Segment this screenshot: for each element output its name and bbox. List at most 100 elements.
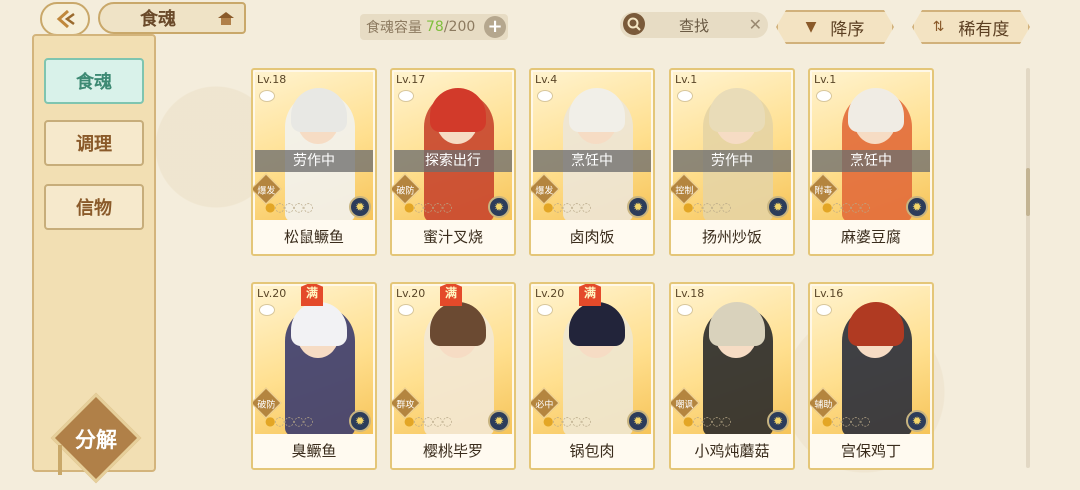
food-soul-card[interactable]: Lv.20 满 破防 ●◌◌◌◌ ✹ 臭鳜鱼 bbox=[251, 282, 377, 470]
card-name: 樱桃毕罗 bbox=[392, 434, 514, 468]
card-name: 臭鳜鱼 bbox=[253, 434, 375, 468]
character-hair bbox=[291, 88, 347, 132]
character-hair bbox=[430, 302, 486, 346]
page-title: 食魂 bbox=[140, 9, 176, 30]
character-hair bbox=[848, 302, 904, 346]
card-name: 松鼠鳜鱼 bbox=[253, 220, 375, 254]
chat-bubble-icon bbox=[677, 304, 693, 316]
element-icon: ✹ bbox=[906, 410, 928, 432]
star-rating: ●◌◌◌◌ bbox=[404, 200, 452, 214]
tab-food-souls[interactable]: 食魂 bbox=[44, 58, 144, 104]
food-soul-card[interactable]: Lv.4 烹饪中 爆发 ●◌◌◌◌ ✹ 卤肉饭 bbox=[529, 68, 655, 256]
card-name: 蜜汁叉烧 bbox=[392, 220, 514, 254]
tab-food-souls-label: 食魂 bbox=[76, 72, 112, 93]
decompose-label: 分解 bbox=[75, 428, 117, 452]
food-soul-card[interactable]: Lv.18 劳作中 爆发 ●◌◌◌◌ ✹ 松鼠鳜鱼 bbox=[251, 68, 377, 256]
role-label: 爆发 bbox=[257, 186, 276, 197]
clear-search-icon[interactable]: ✕ bbox=[749, 15, 762, 34]
character-hair bbox=[569, 302, 625, 346]
character-hair bbox=[569, 88, 625, 132]
element-icon: ✹ bbox=[906, 196, 928, 218]
chat-bubble-icon bbox=[537, 90, 553, 102]
sidebar: 食魂 调理 信物 分解 bbox=[32, 34, 156, 484]
expand-capacity-button[interactable]: + bbox=[484, 16, 506, 38]
role-label: 破防 bbox=[396, 186, 415, 197]
food-soul-card[interactable]: Lv.1 烹饪中 附毒 ●◌◌◌◌ ✹ 麻婆豆腐 bbox=[808, 68, 934, 256]
card-level: Lv.20 bbox=[396, 287, 426, 300]
food-soul-card[interactable]: Lv.20 满 群攻 ●◌◌◌◌ ✹ 樱桃毕罗 bbox=[390, 282, 516, 470]
star-rating: ●◌◌◌◌ bbox=[543, 414, 591, 428]
star-rating: ●◌◌◌◌ bbox=[404, 414, 452, 428]
capacity-total: /200 bbox=[443, 19, 476, 35]
character-hair bbox=[848, 88, 904, 132]
back-arrow-icon bbox=[56, 9, 75, 29]
card-status: 烹饪中 bbox=[533, 150, 651, 172]
chat-bubble-icon bbox=[537, 304, 553, 316]
chat-bubble-icon bbox=[259, 90, 275, 102]
chat-bubble-icon bbox=[398, 90, 414, 102]
chat-bubble-icon bbox=[398, 304, 414, 316]
element-icon: ✹ bbox=[627, 196, 649, 218]
card-level: Lv.18 bbox=[675, 287, 705, 300]
tassel-decoration bbox=[58, 445, 62, 475]
role-label: 嘲讽 bbox=[675, 400, 694, 411]
character-hair bbox=[291, 302, 347, 346]
role-label: 破防 bbox=[257, 400, 276, 411]
decompose-button[interactable]: 分解 bbox=[50, 392, 142, 484]
tab-tokens[interactable]: 信物 bbox=[44, 184, 144, 230]
food-soul-card[interactable]: Lv.20 满 必中 ●◌◌◌◌ ✹ 锅包肉 bbox=[529, 282, 655, 470]
chat-bubble-icon bbox=[677, 90, 693, 102]
search-input[interactable]: 查找 ✕ bbox=[620, 12, 768, 38]
max-level-badge: 满 bbox=[301, 284, 323, 306]
triangle-down-icon: ▼ bbox=[805, 19, 817, 35]
element-icon: ✹ bbox=[767, 410, 789, 432]
card-name: 小鸡炖蘑菇 bbox=[671, 434, 793, 468]
star-rating: ●◌◌◌◌ bbox=[683, 200, 731, 214]
food-soul-card[interactable]: Lv.17 探索出行 破防 ●◌◌◌◌ ✹ 蜜汁叉烧 bbox=[390, 68, 516, 256]
star-rating: ●◌◌◌◌ bbox=[265, 414, 313, 428]
sort-rarity-button[interactable]: ⇅ 稀有度 bbox=[912, 10, 1030, 44]
tab-cooking[interactable]: 调理 bbox=[44, 120, 144, 166]
role-label: 必中 bbox=[535, 400, 554, 411]
sort-order-button[interactable]: ▼ 降序 bbox=[776, 10, 894, 44]
card-status: 劳作中 bbox=[673, 150, 791, 172]
character-hair bbox=[709, 302, 765, 346]
card-level: Lv.17 bbox=[396, 73, 426, 86]
chat-bubble-icon bbox=[259, 304, 275, 316]
capacity-label: 食魂容量 bbox=[366, 20, 422, 36]
card-name: 宫保鸡丁 bbox=[810, 434, 932, 468]
scrollbar[interactable] bbox=[1026, 68, 1030, 468]
element-icon: ✹ bbox=[488, 196, 510, 218]
role-label: 群攻 bbox=[396, 400, 415, 411]
card-level: Lv.4 bbox=[535, 73, 558, 86]
element-icon: ✹ bbox=[767, 196, 789, 218]
search-icon bbox=[623, 13, 645, 35]
star-rating: ●◌◌◌◌ bbox=[683, 414, 731, 428]
capacity-current: 78 bbox=[426, 19, 444, 35]
card-status: 探索出行 bbox=[394, 150, 512, 172]
element-icon: ✹ bbox=[349, 410, 371, 432]
home-icon[interactable] bbox=[216, 10, 236, 26]
max-level-badge: 满 bbox=[440, 284, 462, 306]
sort-rarity-label: 稀有度 bbox=[958, 19, 1010, 40]
role-label: 爆发 bbox=[535, 186, 554, 197]
tab-tokens-label: 信物 bbox=[76, 198, 112, 219]
food-soul-card[interactable]: Lv.1 劳作中 控制 ●◌◌◌◌ ✹ 扬州炒饭 bbox=[669, 68, 795, 256]
role-label: 控制 bbox=[675, 186, 694, 197]
food-soul-card[interactable]: Lv.16 辅助 ●◌◌◌◌ ✹ 宫保鸡丁 bbox=[808, 282, 934, 470]
card-name: 卤肉饭 bbox=[531, 220, 653, 254]
food-soul-card[interactable]: Lv.18 嘲讽 ●◌◌◌◌ ✹ 小鸡炖蘑菇 bbox=[669, 282, 795, 470]
card-status: 劳作中 bbox=[255, 150, 373, 172]
page-title-tab: 食魂 bbox=[98, 2, 246, 34]
chat-bubble-icon bbox=[816, 90, 832, 102]
star-rating: ●◌◌◌◌ bbox=[822, 414, 870, 428]
card-name: 扬州炒饭 bbox=[671, 220, 793, 254]
card-level: Lv.20 bbox=[535, 287, 565, 300]
element-icon: ✹ bbox=[488, 410, 510, 432]
sort-order-label: 降序 bbox=[830, 19, 865, 40]
scrollbar-thumb[interactable] bbox=[1026, 168, 1030, 216]
back-button[interactable] bbox=[40, 2, 90, 36]
element-icon: ✹ bbox=[627, 410, 649, 432]
star-rating: ●◌◌◌◌ bbox=[822, 200, 870, 214]
role-label: 辅助 bbox=[814, 400, 833, 411]
